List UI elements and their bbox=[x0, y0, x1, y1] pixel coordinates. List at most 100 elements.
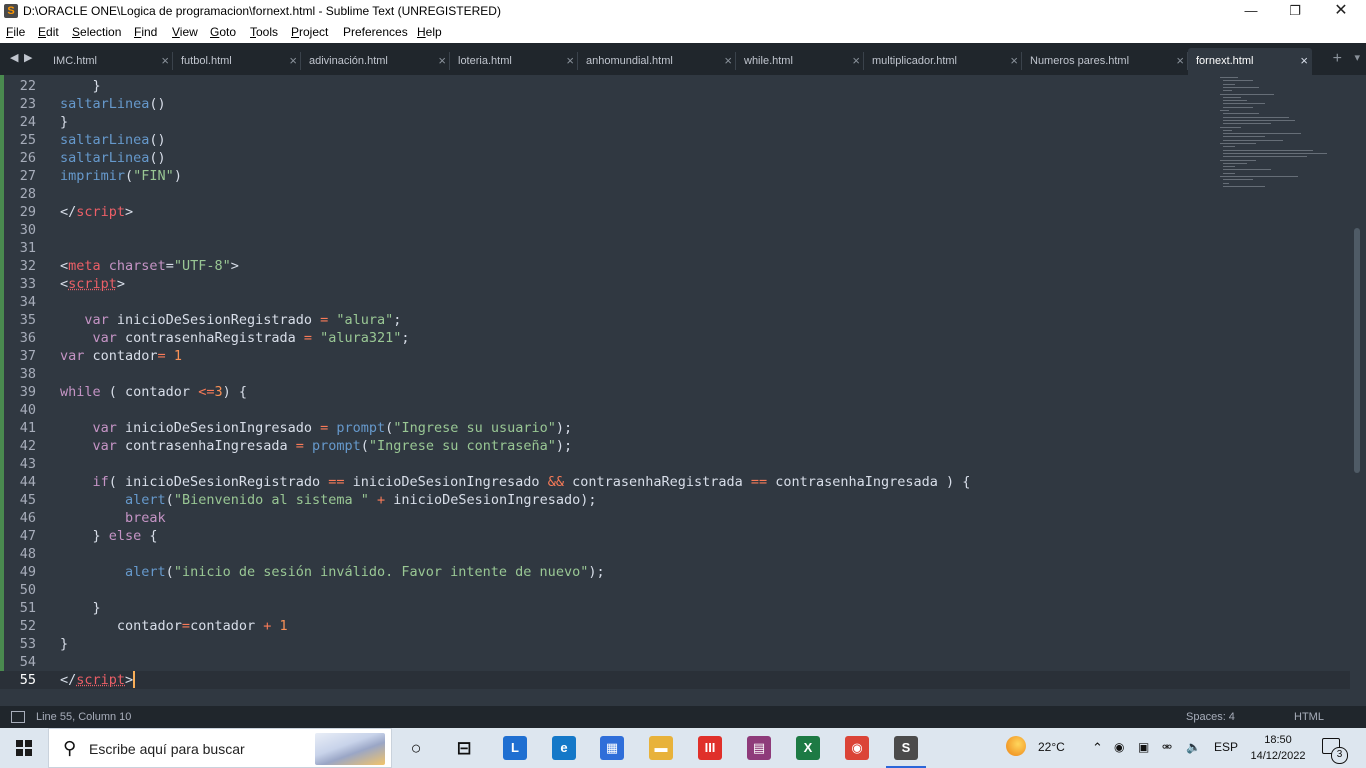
taskbar-clock[interactable]: 18:50 14/12/2022 bbox=[1248, 732, 1308, 764]
sublime-taskbar-icon[interactable]: S bbox=[894, 736, 918, 760]
tab[interactable]: loteria.html × bbox=[450, 48, 578, 75]
code-text[interactable]: imprimir("FIN") bbox=[60, 167, 182, 185]
code-line[interactable]: 27 imprimir("FIN") bbox=[0, 167, 1350, 185]
tab-list-dropdown-icon[interactable]: ▾ bbox=[1354, 51, 1360, 64]
tab[interactable]: while.html × bbox=[736, 48, 864, 75]
code-text[interactable]: var inicioDeSesionRegistrado = "alura"; bbox=[60, 311, 401, 329]
tab[interactable]: anhomundial.html × bbox=[578, 48, 736, 75]
weather-temperature[interactable]: 22°C bbox=[1038, 740, 1065, 754]
code-line[interactable]: 53} bbox=[0, 635, 1350, 653]
tab-close-icon[interactable]: × bbox=[438, 53, 446, 68]
wifi-icon[interactable]: ⚮ bbox=[1162, 740, 1172, 754]
syntax-selector[interactable]: HTML bbox=[1294, 711, 1324, 723]
tab-close-icon[interactable]: × bbox=[724, 53, 732, 68]
code-text[interactable]: var inicioDeSesionIngresado = prompt("In… bbox=[60, 419, 573, 437]
cortana-icon[interactable]: ○ bbox=[404, 736, 428, 760]
tab[interactable]: multiplicador.html × bbox=[864, 48, 1022, 75]
tab-next-arrow-icon[interactable]: ▶ bbox=[24, 51, 32, 64]
code-text[interactable]: } else { bbox=[60, 527, 158, 545]
code-text[interactable]: alert("Bienvenido al sistema " + inicioD… bbox=[60, 491, 596, 509]
volume-icon[interactable]: 🔈 bbox=[1186, 740, 1201, 754]
minimap[interactable] bbox=[1218, 75, 1328, 195]
system-tray-app-icon[interactable]: ◉ bbox=[1114, 740, 1124, 754]
code-line[interactable]: 55 </script> bbox=[0, 671, 1350, 689]
code-text[interactable]: } bbox=[60, 113, 68, 131]
code-line[interactable]: 22 } bbox=[0, 77, 1350, 95]
code-text[interactable]: saltarLinea() bbox=[60, 95, 166, 113]
menu-item[interactable]: Project bbox=[291, 25, 328, 39]
code-line[interactable]: 43 bbox=[0, 455, 1350, 473]
menu-item[interactable]: Preferences bbox=[343, 25, 408, 39]
windows-start-icon[interactable] bbox=[16, 740, 32, 756]
tab-close-icon[interactable]: × bbox=[161, 53, 169, 68]
menu-item[interactable]: File bbox=[6, 25, 25, 39]
tab-close-icon[interactable]: × bbox=[1010, 53, 1018, 68]
code-line[interactable]: 31 bbox=[0, 239, 1350, 257]
code-line[interactable]: 32 <meta charset="UTF-8"> bbox=[0, 257, 1350, 275]
code-text[interactable]: saltarLinea() bbox=[60, 149, 166, 167]
tab[interactable]: Numeros pares.html × bbox=[1022, 48, 1188, 75]
code-line[interactable]: 47 } else { bbox=[0, 527, 1350, 545]
learning-app-icon[interactable]: L bbox=[503, 736, 527, 760]
code-line[interactable]: 49 alert("inicio de sesión inválido. Fav… bbox=[0, 563, 1350, 581]
tab-close-icon[interactable]: × bbox=[289, 53, 297, 68]
code-line[interactable]: 37 var contador= 1 bbox=[0, 347, 1350, 365]
close-icon[interactable]: ✕ bbox=[1318, 0, 1364, 23]
vertical-scrollbar[interactable] bbox=[1354, 228, 1360, 473]
code-line[interactable]: 46 break bbox=[0, 509, 1350, 527]
display-icon[interactable]: ▣ bbox=[1138, 740, 1149, 754]
taskbar-search-box[interactable]: ⚲ Escribe aquí para buscar bbox=[48, 728, 392, 768]
code-text[interactable]: if( inicioDeSesionRegistrado == inicioDe… bbox=[60, 473, 971, 491]
code-text[interactable]: </script> bbox=[60, 671, 136, 689]
minimize-icon[interactable]: — bbox=[1228, 0, 1274, 23]
menu-item[interactable]: Edit bbox=[38, 25, 59, 39]
tab-close-icon[interactable]: × bbox=[852, 53, 860, 68]
code-text[interactable]: } bbox=[60, 635, 68, 653]
new-tab-icon[interactable]: + bbox=[1333, 50, 1342, 68]
tab-close-icon[interactable]: × bbox=[1176, 53, 1184, 68]
code-text[interactable]: } bbox=[60, 77, 101, 95]
code-text[interactable]: contador=contador + 1 bbox=[60, 617, 288, 635]
code-line[interactable]: 29 </script> bbox=[0, 203, 1350, 221]
code-line[interactable]: 50 bbox=[0, 581, 1350, 599]
tab-close-icon[interactable]: × bbox=[1300, 53, 1308, 68]
code-line[interactable]: 26 saltarLinea() bbox=[0, 149, 1350, 167]
code-line[interactable]: 52 contador=contador + 1 bbox=[0, 617, 1350, 635]
excel-icon[interactable]: X bbox=[796, 736, 820, 760]
input-language[interactable]: ESP bbox=[1214, 740, 1238, 754]
code-text[interactable]: <script> bbox=[60, 275, 125, 293]
code-text[interactable]: while ( contador <=3) { bbox=[60, 383, 247, 401]
menu-item[interactable]: Help bbox=[417, 25, 442, 39]
indentation-setting[interactable]: Spaces: 4 bbox=[1186, 711, 1235, 723]
code-text[interactable]: var contador= 1 bbox=[60, 347, 182, 365]
menu-item[interactable]: Selection bbox=[72, 25, 121, 39]
code-line[interactable]: 44 if( inicioDeSesionRegistrado == inici… bbox=[0, 473, 1350, 491]
red-app-icon[interactable]: III bbox=[698, 736, 722, 760]
code-text[interactable]: } bbox=[60, 599, 101, 617]
panel-toggle-icon[interactable] bbox=[11, 711, 25, 723]
code-line[interactable]: 25 saltarLinea() bbox=[0, 131, 1350, 149]
show-hidden-icons-icon[interactable]: ⌃ bbox=[1092, 740, 1103, 756]
code-text[interactable]: var contrasenhaRegistrada = "alura321"; bbox=[60, 329, 410, 347]
menu-item[interactable]: Goto bbox=[210, 25, 236, 39]
tab-prev-arrow-icon[interactable]: ◀ bbox=[10, 51, 18, 64]
code-line[interactable]: 23 saltarLinea() bbox=[0, 95, 1350, 113]
edge-icon[interactable]: e bbox=[552, 736, 576, 760]
code-line[interactable]: 51 } bbox=[0, 599, 1350, 617]
code-line[interactable]: 42 var contrasenhaIngresada = prompt("In… bbox=[0, 437, 1350, 455]
menu-item[interactable]: Find bbox=[134, 25, 157, 39]
code-text[interactable]: break bbox=[60, 509, 166, 527]
code-text[interactable]: saltarLinea() bbox=[60, 131, 166, 149]
code-text[interactable]: </script> bbox=[60, 203, 133, 221]
tab-close-icon[interactable]: × bbox=[566, 53, 574, 68]
code-line[interactable]: 28 bbox=[0, 185, 1350, 203]
weather-icon[interactable] bbox=[1006, 736, 1026, 756]
code-line[interactable]: 33 <script> bbox=[0, 275, 1350, 293]
code-line[interactable]: 54 bbox=[0, 653, 1350, 671]
code-line[interactable]: 38 bbox=[0, 365, 1350, 383]
menu-item[interactable]: View bbox=[172, 25, 198, 39]
tab[interactable]: futbol.html × bbox=[173, 48, 301, 75]
tab-active[interactable]: fornext.html × bbox=[1188, 48, 1312, 75]
file-explorer-icon[interactable]: ▬ bbox=[649, 736, 673, 760]
code-line[interactable]: 30 bbox=[0, 221, 1350, 239]
